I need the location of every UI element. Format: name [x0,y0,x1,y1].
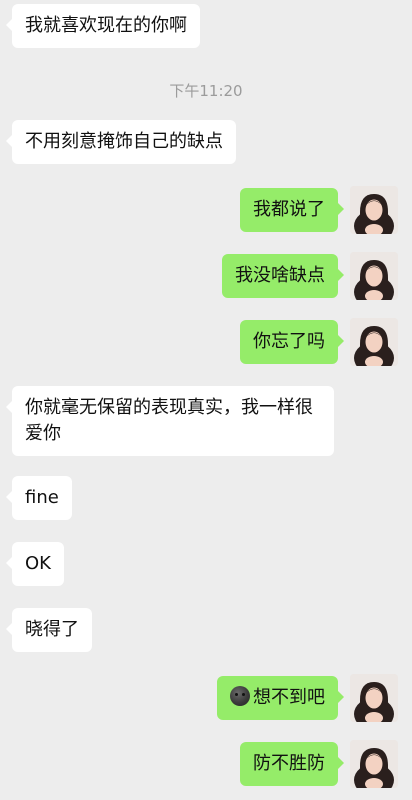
message-text: 不用刻意掩饰自己的缺点 [25,131,223,152]
message-bubble-outgoing[interactable]: 我没啥缺点 [222,254,344,298]
user-avatar-icon[interactable] [350,252,398,300]
avatar-portrait [350,318,398,366]
avatar-portrait [350,252,398,300]
user-avatar-icon[interactable] [350,674,398,722]
user-avatar-icon[interactable] [350,186,398,234]
message-bubble-incoming[interactable]: 不用刻意掩饰自己的缺点 [6,120,236,164]
chat-window: 我就喜欢现在的你啊 下午11:20 不用刻意掩饰自己的缺点 我都说了 我没啥缺点 [0,0,412,800]
user-avatar-icon[interactable] [350,740,398,788]
new-moon-face-emoji-icon [230,686,250,706]
message-timestamp: 下午11:20 [169,82,243,100]
message-bubble-outgoing[interactable]: 想不到吧 [217,676,344,720]
message-text: 我没啥缺点 [235,265,325,286]
message-text: OK [25,553,51,574]
message-bubble-incoming[interactable]: 晓得了 [6,608,92,652]
message-bubble-incoming[interactable]: 我就喜欢现在的你啊 [6,4,200,48]
message-text: 你忘了吗 [253,331,325,352]
message-bubble-outgoing[interactable]: 我都说了 [240,188,344,232]
user-avatar-icon[interactable] [350,318,398,366]
avatar-portrait [350,674,398,722]
message-text: 防不胜防 [253,753,325,774]
message-bubble-outgoing[interactable]: 防不胜防 [240,742,344,786]
message-bubble-incoming[interactable]: fine [6,476,72,520]
avatar-portrait [350,186,398,234]
message-text: fine [25,487,59,508]
message-bubble-outgoing[interactable]: 你忘了吗 [240,320,344,364]
message-text: 晓得了 [25,619,79,640]
message-text: 我就喜欢现在的你啊 [25,15,187,36]
message-text: 你就毫无保留的表现真实，我一样很爱你 [25,397,313,444]
message-bubble-incoming[interactable]: OK [6,542,64,586]
message-text: 我都说了 [253,199,325,220]
avatar-portrait [350,740,398,788]
message-text: 想不到吧 [253,687,325,708]
message-bubble-incoming[interactable]: 你就毫无保留的表现真实，我一样很爱你 [6,386,334,456]
